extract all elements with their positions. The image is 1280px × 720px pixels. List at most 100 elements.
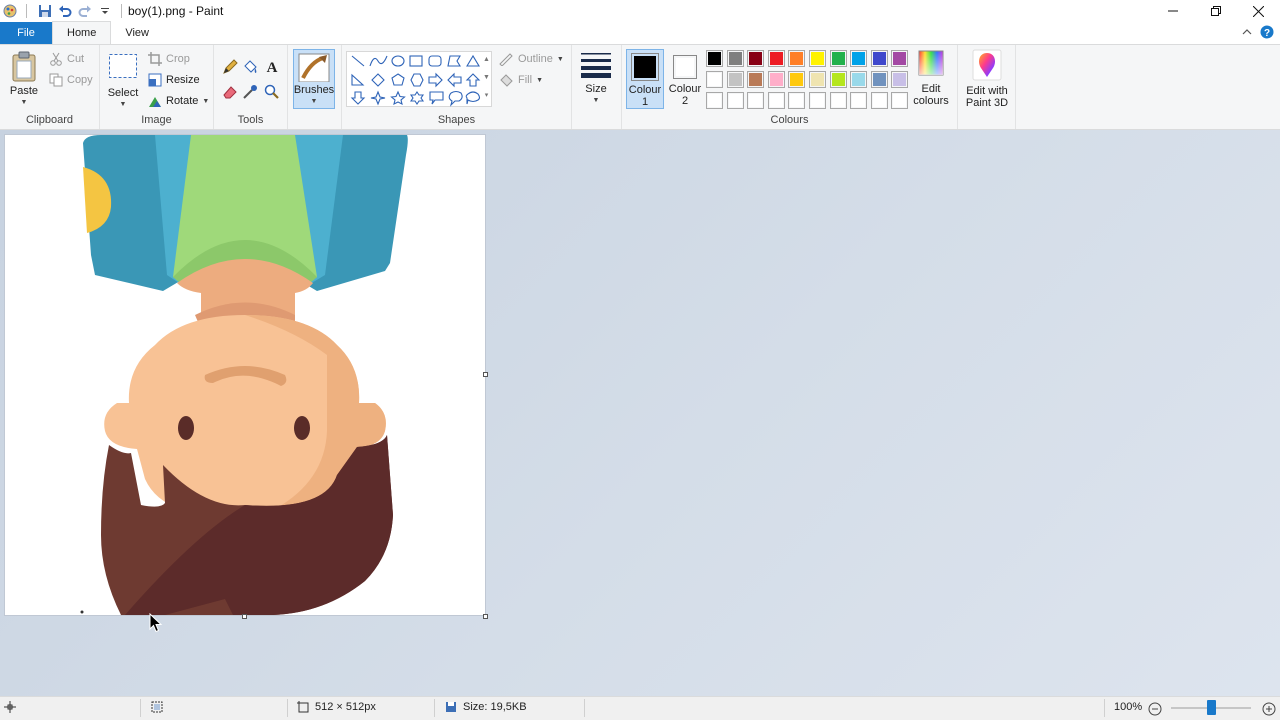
magnifier-icon[interactable] xyxy=(264,84,280,100)
outline-dropdown-icon[interactable]: ▼ xyxy=(557,56,564,63)
palette-empty-swatch[interactable] xyxy=(706,92,723,109)
help-icon[interactable]: ? xyxy=(1260,25,1274,39)
palette-empty-swatch[interactable] xyxy=(870,92,888,109)
palette-colour-swatch[interactable] xyxy=(767,71,785,88)
text-icon[interactable]: A xyxy=(264,58,280,74)
palette-swatch-fill xyxy=(728,52,742,65)
palette-empty-swatch[interactable] xyxy=(788,92,806,109)
up-arrow-shape-icon xyxy=(465,73,481,87)
drawing-canvas[interactable] xyxy=(5,135,485,615)
palette-colour-swatch[interactable] xyxy=(706,50,723,67)
palette-swatch-fill xyxy=(769,52,783,65)
palette-colour-swatch[interactable] xyxy=(870,71,888,88)
copy-label: Copy xyxy=(67,74,93,86)
palette-empty-swatch[interactable] xyxy=(726,92,744,109)
zoom-slider-thumb[interactable] xyxy=(1206,700,1216,715)
resize-handle-bottom[interactable] xyxy=(242,614,247,619)
paint-app-icon[interactable] xyxy=(2,3,18,19)
palette-colour-swatch[interactable] xyxy=(891,50,909,67)
palette-swatch-fill xyxy=(872,52,886,65)
eraser-icon[interactable] xyxy=(222,84,238,100)
resize-handle-right[interactable] xyxy=(483,372,488,377)
redo-icon[interactable] xyxy=(77,3,93,19)
six-point-star-shape-icon xyxy=(409,91,425,105)
fill-dropdown-icon[interactable]: ▼ xyxy=(536,77,543,84)
zoom-level: 100% xyxy=(1114,701,1142,713)
palette-colour-swatch[interactable] xyxy=(870,50,888,67)
select-button[interactable]: Select ▼ xyxy=(106,53,140,111)
status-bar: 512 × 512px Size: 19,5KB 100% xyxy=(0,696,1280,720)
palette-colour-swatch[interactable] xyxy=(891,71,909,88)
palette-colour-swatch[interactable] xyxy=(850,71,868,88)
zoom-out-icon[interactable] xyxy=(1148,702,1162,716)
brushes-group: Brushes ▼ xyxy=(288,45,342,129)
shapes-scroll-down-icon[interactable]: ▼ xyxy=(481,69,492,87)
palette-colour-swatch[interactable] xyxy=(747,71,765,88)
palette-empty-swatch[interactable] xyxy=(891,92,909,109)
palette-colour-swatch[interactable] xyxy=(809,71,826,88)
brushes-button[interactable]: Brushes ▼ xyxy=(293,49,335,109)
palette-colour-swatch[interactable] xyxy=(706,71,723,88)
customize-qa-icon[interactable] xyxy=(97,3,113,19)
palette-swatch-fill xyxy=(831,73,845,86)
palette-empty-swatch[interactable] xyxy=(809,92,826,109)
colour-1-label: Colour xyxy=(628,84,662,96)
palette-swatch-fill xyxy=(872,73,886,86)
colour-1-button[interactable]: Colour 1 xyxy=(626,49,664,109)
fill-button[interactable]: Fill ▼ xyxy=(498,71,543,89)
svg-text:A: A xyxy=(267,60,278,74)
restore-button[interactable] xyxy=(1194,0,1237,22)
colour-2-button[interactable]: Colour 2 xyxy=(666,49,704,109)
palette-empty-swatch[interactable] xyxy=(850,92,868,109)
tab-home[interactable]: Home xyxy=(52,21,112,44)
palette-colour-swatch[interactable] xyxy=(726,71,744,88)
size-dropdown-icon[interactable]: ▼ xyxy=(593,95,600,107)
rotate-button[interactable]: Rotate ▼ xyxy=(148,92,209,110)
resize-handle-corner[interactable] xyxy=(483,614,488,619)
palette-colour-swatch[interactable] xyxy=(788,50,806,67)
paste-dropdown-icon[interactable]: ▼ xyxy=(21,97,28,109)
shapes-more-icon[interactable]: ▾ xyxy=(481,87,492,105)
fill-bucket-icon[interactable] xyxy=(242,59,258,75)
edit-colours-button[interactable]: Edit colours xyxy=(911,49,951,107)
crop-button[interactable]: Crop xyxy=(148,50,190,68)
undo-icon[interactable] xyxy=(57,3,73,19)
paste-button[interactable]: Paste ▼ xyxy=(6,51,42,109)
select-dropdown-icon[interactable]: ▼ xyxy=(120,99,127,111)
palette-colour-swatch[interactable] xyxy=(809,50,826,67)
minimize-button[interactable] xyxy=(1151,0,1194,22)
palette-colour-swatch[interactable] xyxy=(726,50,744,67)
resize-button[interactable]: Resize xyxy=(148,71,200,89)
palette-colour-swatch[interactable] xyxy=(747,50,765,67)
outline-button[interactable]: Outline ▼ xyxy=(498,50,564,68)
rotate-dropdown-icon[interactable]: ▼ xyxy=(202,98,209,105)
pencil-icon[interactable] xyxy=(222,59,238,75)
palette-colour-swatch[interactable] xyxy=(767,50,785,67)
zoom-level-text: 100% xyxy=(1114,701,1143,713)
shapes-gallery-scroll[interactable]: ▲ ▼ ▾ xyxy=(481,51,492,107)
tab-view[interactable]: View xyxy=(111,22,163,44)
brushes-dropdown-icon[interactable]: ▼ xyxy=(311,96,318,108)
palette-colour-swatch[interactable] xyxy=(850,50,868,67)
canvas-workarea[interactable] xyxy=(0,130,1280,696)
shapes-scroll-up-icon[interactable]: ▲ xyxy=(481,51,492,69)
zoom-in-icon[interactable] xyxy=(1262,702,1276,716)
edit-with-paint3d-button[interactable]: Edit with Paint 3D xyxy=(962,49,1012,109)
size-button[interactable]: Size ▼ xyxy=(577,51,615,107)
save-icon[interactable] xyxy=(37,3,53,19)
copy-button[interactable]: Copy xyxy=(49,71,93,89)
palette-colour-swatch[interactable] xyxy=(829,50,847,67)
cut-button[interactable]: Cut xyxy=(49,50,84,68)
palette-colour-swatch[interactable] xyxy=(829,71,847,88)
resize-label: Resize xyxy=(166,74,200,86)
resize-icon xyxy=(148,73,162,87)
palette-empty-swatch[interactable] xyxy=(767,92,785,109)
shapes-gallery xyxy=(346,51,492,107)
close-button[interactable] xyxy=(1237,0,1280,22)
palette-colour-swatch[interactable] xyxy=(788,71,806,88)
collapse-ribbon-icon[interactable] xyxy=(1242,28,1252,36)
colour-picker-icon[interactable] xyxy=(242,84,258,100)
tab-file[interactable]: File xyxy=(0,22,52,44)
palette-empty-swatch[interactable] xyxy=(829,92,847,109)
palette-empty-swatch[interactable] xyxy=(747,92,765,109)
